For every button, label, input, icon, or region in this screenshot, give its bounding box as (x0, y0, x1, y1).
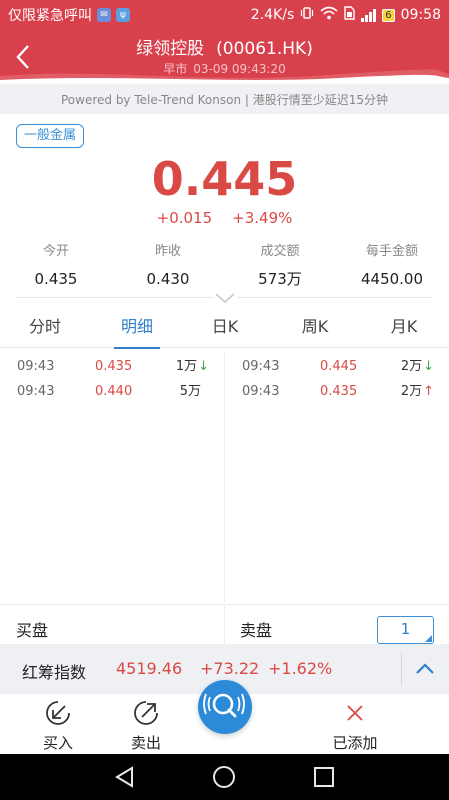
buy-icon (46, 701, 70, 725)
index-change-percent: +1.62% (268, 659, 333, 678)
sim-icon (344, 6, 355, 24)
stat-turnover: 成交额 573万 (224, 240, 336, 294)
ask-label: 卖盘 (240, 621, 273, 640)
trade-row: 09:43 0.435 1万↓ (17, 355, 209, 379)
divider (401, 652, 402, 686)
data-source-notice: Powered by Tele-Trend Konson | 港股行情至少延迟1… (0, 84, 449, 114)
stat-label: 每手金额 (365, 244, 418, 259)
tab-monthly-k[interactable]: 月K (359, 308, 449, 348)
depth-level-selector[interactable]: 1 (377, 616, 434, 644)
trade-volume-cell: 1万↓ (176, 355, 209, 379)
current-price: 0.445 (151, 152, 298, 206)
column-divider (224, 605, 225, 645)
signal-icon (361, 8, 377, 22)
chart-tabs: 分时 明细 日K 周K 月K (0, 308, 449, 349)
trade-volume: 2万 (400, 384, 423, 399)
column-divider (224, 352, 225, 602)
sell-icon (134, 701, 158, 725)
wifi-icon (320, 6, 338, 24)
trade-price: 0.435 (320, 384, 358, 399)
header-wave-decoration (0, 69, 449, 84)
sell-button[interactable]: 卖出 (116, 698, 176, 753)
tab-daily-k[interactable]: 日K (180, 308, 270, 348)
stat-value: 0.435 (34, 270, 78, 288)
trade-price: 0.440 (95, 384, 133, 399)
stock-code: (00061.HK) (216, 39, 313, 59)
carrier-text: 仅限紧急呼叫 (8, 8, 92, 24)
tab-timeshare[interactable]: 分时 (0, 308, 90, 348)
usb-icon: ψ (116, 8, 130, 22)
arrow-down-icon: ↓ (423, 359, 434, 374)
stock-name: 绿领控股 (136, 39, 205, 59)
network-speed: 2.4K/s (250, 7, 295, 23)
industry-tag[interactable]: 一般金属 (16, 124, 85, 148)
nav-recents-icon[interactable] (311, 765, 337, 789)
quote-stats: 今开 0.435 昨收 0.430 成交额 573万 每手金额 4450.00 (0, 240, 449, 298)
trade-volume-cell: 2万↓ (401, 355, 434, 379)
trade-volume: 1万 (175, 359, 198, 374)
stat-value: 0.430 (146, 270, 190, 288)
trade-time: 09:43 (17, 359, 55, 374)
trade-volume: 2万 (400, 359, 423, 374)
status-bar: 仅限紧急呼叫 ✉ ψ 2.4K/s 6 09:58 (0, 0, 449, 30)
stat-value: 573万 (258, 270, 302, 288)
battery-level: 6 (385, 9, 392, 21)
nav-home-icon[interactable] (211, 765, 237, 789)
stat-label: 今开 (42, 244, 69, 259)
trade-price: 0.435 (95, 359, 133, 374)
index-change: +73.22 (200, 659, 260, 678)
stat-label: 昨收 (154, 244, 181, 259)
trade-price: 0.445 (320, 359, 358, 374)
stat-label: 成交额 (260, 244, 300, 259)
trade-time: 09:43 (242, 359, 280, 374)
bid-label: 买盘 (16, 621, 49, 640)
trade-row: 09:43 0.445 2万↓ (242, 355, 434, 379)
search-icon (203, 693, 245, 718)
action-bar: 买入 卖出 已添加 (0, 680, 449, 754)
tab-detail[interactable]: 明细 (92, 308, 182, 349)
trade-detail-list: 09:43 0.435 1万↓ 09:43 0.440 5万 09:43 0.4… (0, 350, 449, 604)
order-book: 买盘 卖盘 1 (0, 604, 449, 645)
price-change: +0.015 +3.49% (0, 209, 449, 227)
close-icon (347, 705, 363, 721)
change-percent: +3.49% (232, 209, 293, 227)
chevron-up-icon[interactable] (414, 660, 436, 678)
arrow-down-icon: ↓ (198, 359, 209, 374)
buy-label: 买入 (42, 734, 73, 752)
change-amount: +0.015 (156, 209, 213, 227)
trade-volume-cell: 2万↑ (401, 380, 434, 404)
battery-icon: 6 (382, 8, 395, 22)
buy-button[interactable]: 买入 (28, 698, 88, 753)
sell-label: 卖出 (130, 734, 161, 752)
stat-prev-close: 昨收 0.430 (112, 240, 224, 294)
index-name: 红筹指数 (22, 663, 87, 682)
tab-weekly-k[interactable]: 周K (270, 308, 360, 348)
trade-time: 09:43 (242, 384, 280, 399)
stat-open: 今开 0.435 (0, 240, 112, 294)
added-label: 已添加 (332, 734, 378, 752)
stat-value: 4450.00 (360, 270, 424, 288)
page-title: 绿领控股 (00061.HK) (0, 34, 449, 59)
message-icon: ✉ (97, 8, 111, 22)
watchlist-added-button[interactable]: 已添加 (322, 698, 388, 753)
stat-lot-amount: 每手金额 4450.00 (336, 240, 448, 294)
trade-time: 09:43 (17, 384, 55, 399)
arrow-up-icon: ↑ (423, 384, 434, 399)
trade-row: 09:43 0.440 5万 (17, 380, 209, 404)
trade-row: 09:43 0.435 2万↑ (242, 380, 434, 404)
trade-volume: 5万 (179, 384, 201, 399)
expand-chevron-icon[interactable] (213, 291, 237, 305)
nav-back-icon[interactable] (112, 765, 138, 789)
clock: 09:58 (400, 7, 441, 23)
search-button[interactable] (198, 680, 252, 734)
index-value: 4519.46 (116, 659, 183, 678)
vibrate-icon (300, 6, 314, 24)
header: 绿领控股 (00061.HK) 早市 03-09 09:43:20 (0, 30, 449, 84)
system-nav-bar (0, 754, 449, 800)
